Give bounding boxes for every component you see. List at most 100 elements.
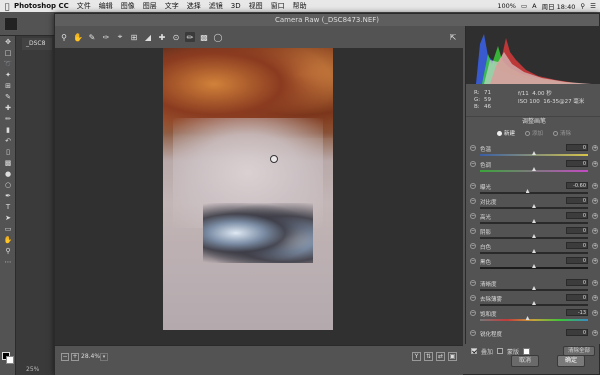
eyedropper-icon[interactable]: ✎ (0, 91, 16, 102)
menu-edit[interactable]: 编辑 (99, 1, 113, 11)
background-color[interactable] (6, 356, 14, 364)
document-tab[interactable]: _DSC8 (22, 38, 52, 50)
menu-help[interactable]: 帮助 (293, 1, 307, 11)
slider-track[interactable] (480, 319, 588, 321)
redeye-icon[interactable]: ⊙ (171, 32, 181, 42)
slider-value-input[interactable]: 0 (566, 227, 588, 234)
mask-color-swatch[interactable] (523, 347, 531, 355)
menu-list-icon[interactable]: ☰ (590, 2, 596, 10)
path-select-icon[interactable]: ➤ (0, 212, 16, 223)
zoom-dropdown-icon[interactable]: ▾ (100, 353, 108, 361)
marquee-icon[interactable]: □ (0, 47, 16, 58)
slider-thumb[interactable] (532, 234, 536, 238)
minus-icon[interactable]: − (470, 161, 476, 167)
home-icon[interactable] (4, 16, 18, 31)
minus-icon[interactable]: − (470, 330, 476, 336)
history-brush-icon[interactable]: ↶ (0, 135, 16, 146)
more-icon[interactable]: ⋯ (0, 256, 16, 267)
preview-canvas[interactable] (55, 48, 463, 345)
toggle-settings-icon[interactable]: ▣ (448, 352, 457, 361)
dodge-icon[interactable]: ○ (0, 179, 16, 190)
healing-brush-icon[interactable]: ✚ (0, 102, 16, 113)
clone-stamp-icon[interactable]: ▮ (0, 124, 16, 135)
toggle-view-icon[interactable]: ⇅ (424, 352, 433, 361)
plus-icon[interactable]: + (592, 145, 598, 151)
slider-thumb[interactable] (532, 249, 536, 253)
adjustment-brush-icon[interactable]: ✏ (185, 32, 195, 42)
slider-value-input[interactable]: 0 (566, 242, 588, 249)
slider-thumb[interactable] (532, 167, 536, 171)
zoom-in-button[interactable]: + (71, 353, 79, 361)
plus-icon[interactable]: + (592, 183, 598, 189)
plus-icon[interactable]: + (592, 161, 598, 167)
mask-checkbox[interactable] (497, 348, 504, 354)
slider-track[interactable] (480, 192, 588, 194)
clock[interactable]: 周日 18:40 (542, 1, 576, 11)
zoom-icon[interactable]: ⚲ (0, 245, 16, 256)
minus-icon[interactable]: − (470, 258, 476, 264)
menu-window[interactable]: 窗口 (271, 1, 285, 11)
menu-file[interactable]: 文件 (77, 1, 91, 11)
menu-3d[interactable]: 3D (231, 2, 241, 10)
zoom-out-button[interactable]: − (61, 353, 69, 361)
plus-icon[interactable]: + (592, 213, 598, 219)
slider-value-input[interactable]: 0 (566, 197, 588, 204)
plus-icon[interactable]: + (592, 330, 598, 336)
mode-new[interactable]: 新建 (496, 129, 515, 137)
brush-icon[interactable]: ✏ (0, 113, 16, 124)
radio-new[interactable] (496, 130, 502, 136)
plus-icon[interactable]: + (592, 228, 598, 234)
slider-value-input[interactable]: -0.60 (566, 182, 588, 189)
before-after-y-icon[interactable]: Y (412, 352, 421, 361)
zoom-icon[interactable]: ⚲ (59, 32, 69, 42)
minus-icon[interactable]: − (470, 183, 476, 189)
menu-filter[interactable]: 滤镜 (209, 1, 223, 11)
app-menu[interactable]: Photoshop CC (14, 2, 69, 10)
minus-icon[interactable]: − (470, 243, 476, 249)
slider-thumb[interactable] (532, 219, 536, 223)
minus-icon[interactable]: − (470, 310, 476, 316)
minus-icon[interactable]: − (470, 145, 476, 151)
mode-add[interactable]: 添加 (524, 129, 543, 137)
move-icon[interactable]: ✥ (0, 36, 16, 47)
hand-icon[interactable]: ✋ (73, 32, 83, 42)
type-icon[interactable]: T (0, 201, 16, 212)
apple-icon[interactable]:  (0, 2, 14, 11)
hand-icon[interactable]: ✋ (0, 234, 16, 245)
white-balance-icon[interactable]: ✎ (87, 32, 97, 42)
overlay-checkbox[interactable] (471, 348, 477, 354)
clear-all-button[interactable]: 清除全部 (562, 346, 595, 356)
battery-icon[interactable]: ▭ (521, 2, 527, 10)
plus-icon[interactable]: + (592, 198, 598, 204)
search-icon[interactable]: ⚲ (580, 2, 585, 10)
blur-icon[interactable]: ● (0, 168, 16, 179)
slider-thumb[interactable] (532, 204, 536, 208)
photo-preview[interactable] (163, 48, 333, 330)
mode-erase[interactable]: 清除 (553, 129, 571, 137)
slider-value-input[interactable]: 0 (566, 329, 588, 336)
minus-icon[interactable]: − (470, 213, 476, 219)
menu-layer[interactable]: 图层 (143, 1, 157, 11)
slider-value-input[interactable]: 0 (566, 144, 588, 151)
minus-icon[interactable]: − (470, 280, 476, 286)
minus-icon[interactable]: − (470, 198, 476, 204)
slider-thumb[interactable] (532, 286, 536, 290)
rectangle-icon[interactable]: ▭ (0, 223, 16, 234)
minus-icon[interactable]: − (470, 228, 476, 234)
plus-icon[interactable]: + (592, 258, 598, 264)
radio-erase[interactable] (553, 130, 558, 136)
crop-icon[interactable]: ⊞ (129, 32, 139, 42)
plus-icon[interactable]: + (592, 295, 598, 301)
slider-value-input[interactable]: 0 (566, 294, 588, 301)
spot-removal-icon[interactable]: ✚ (157, 32, 167, 42)
plus-icon[interactable]: + (592, 310, 598, 316)
menu-type[interactable]: 文字 (165, 1, 179, 11)
slider-value-input[interactable]: 0 (566, 279, 588, 286)
crop-icon[interactable]: ⊞ (0, 80, 16, 91)
radial-filter-icon[interactable]: ◯ (213, 32, 223, 42)
gradient-icon[interactable]: ▩ (0, 157, 16, 168)
slider-thumb[interactable] (525, 316, 530, 320)
color-sampler-icon[interactable]: ✑ (101, 32, 111, 42)
swap-settings-icon[interactable]: ⇄ (436, 352, 445, 361)
targeted-adjust-icon[interactable]: ⌖ (115, 32, 125, 42)
